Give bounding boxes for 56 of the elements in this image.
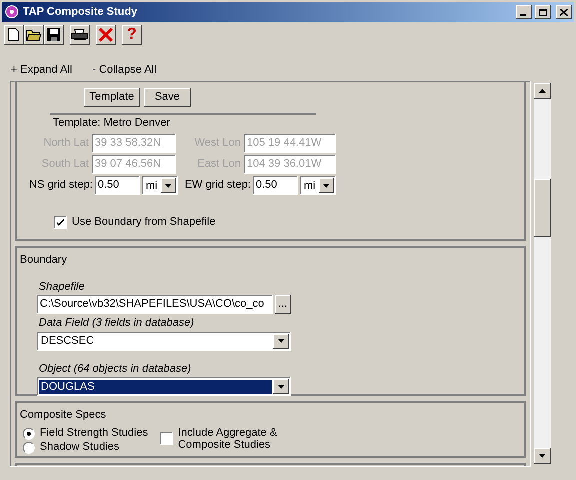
toolbar-button[interactable]: [44, 25, 64, 45]
template-label: Template: Metro Denver: [50, 113, 316, 131]
grid-step-field[interactable]: 0.50: [95, 176, 140, 195]
down-arrow-icon: [278, 384, 284, 388]
down-arrow-icon: [539, 454, 546, 458]
browse-button[interactable]: ...: [275, 295, 291, 314]
close-button[interactable]: [556, 5, 572, 19]
close-icon: [560, 8, 568, 16]
down-arrow-icon: [164, 184, 172, 188]
tree-link[interactable]: - Collapse All: [92, 62, 157, 78]
radio-label: Field Strength Studies: [40, 426, 148, 442]
toolbar-button[interactable]: [24, 25, 44, 45]
section-title: Composite Specs: [20, 408, 108, 423]
app-icon: [4, 4, 20, 20]
checkbox[interactable]: [54, 216, 67, 229]
toolbar-button[interactable]: [70, 25, 90, 45]
minimize-button[interactable]: [516, 5, 532, 19]
tree-link[interactable]: + Expand All: [11, 62, 72, 78]
checkbox[interactable]: [160, 432, 174, 444]
maximize-button[interactable]: [535, 5, 551, 19]
new-document-icon: [8, 28, 20, 42]
toolbar-button[interactable]: [96, 25, 116, 45]
radio-button[interactable]: [23, 428, 35, 440]
field-label: Data Field (3 fields in database): [39, 316, 196, 331]
close-icon: [98, 27, 114, 43]
push-button[interactable]: Template: [84, 88, 140, 107]
down-arrow-icon: [278, 339, 284, 343]
printer-icon: [71, 29, 89, 41]
field-label: Object (64 objects in database): [39, 362, 192, 376]
grid-step-label: EW grid step:: [184, 178, 251, 194]
field-dropdown[interactable]: DESCSEC: [37, 332, 291, 350]
checkbox-label: Include Aggregate & Composite Studies: [178, 426, 278, 450]
unit-dropdown[interactable]: mi: [300, 176, 336, 195]
toolbar-button[interactable]: [4, 25, 24, 45]
unit-dropdown[interactable]: mi: [142, 176, 178, 195]
check-icon: [57, 218, 64, 226]
field-dropdown[interactable]: DOUGLAS: [37, 377, 291, 396]
maximize-icon: [539, 8, 547, 16]
window-title: TAP Composite Study: [23, 4, 138, 20]
shapefile-field[interactable]: C:\Source\vb32\SHAPEFILES\USA\CO\co_co: [37, 295, 273, 314]
radio-label: Shadow Studies: [40, 440, 120, 456]
field-label: Shapefile: [39, 280, 86, 294]
folder-icon: [26, 28, 42, 42]
toolbar-button[interactable]: ?: [122, 25, 142, 45]
scroll-thumb[interactable]: [534, 179, 551, 237]
grid-step-label: NS grid step:: [28, 178, 93, 194]
checkbox-label: Use Boundary from Shapefile: [72, 215, 216, 230]
down-arrow-icon: [322, 184, 330, 188]
grid-step-field[interactable]: 0.50: [253, 176, 298, 195]
radio-button[interactable]: [23, 442, 35, 454]
scroll-down-button[interactable]: [534, 448, 551, 464]
push-button[interactable]: Save: [144, 88, 191, 107]
help-icon: ?: [127, 27, 137, 43]
scroll-up-button[interactable]: [534, 83, 551, 99]
up-arrow-icon: [539, 89, 546, 93]
section-title: Boundary: [20, 253, 68, 268]
